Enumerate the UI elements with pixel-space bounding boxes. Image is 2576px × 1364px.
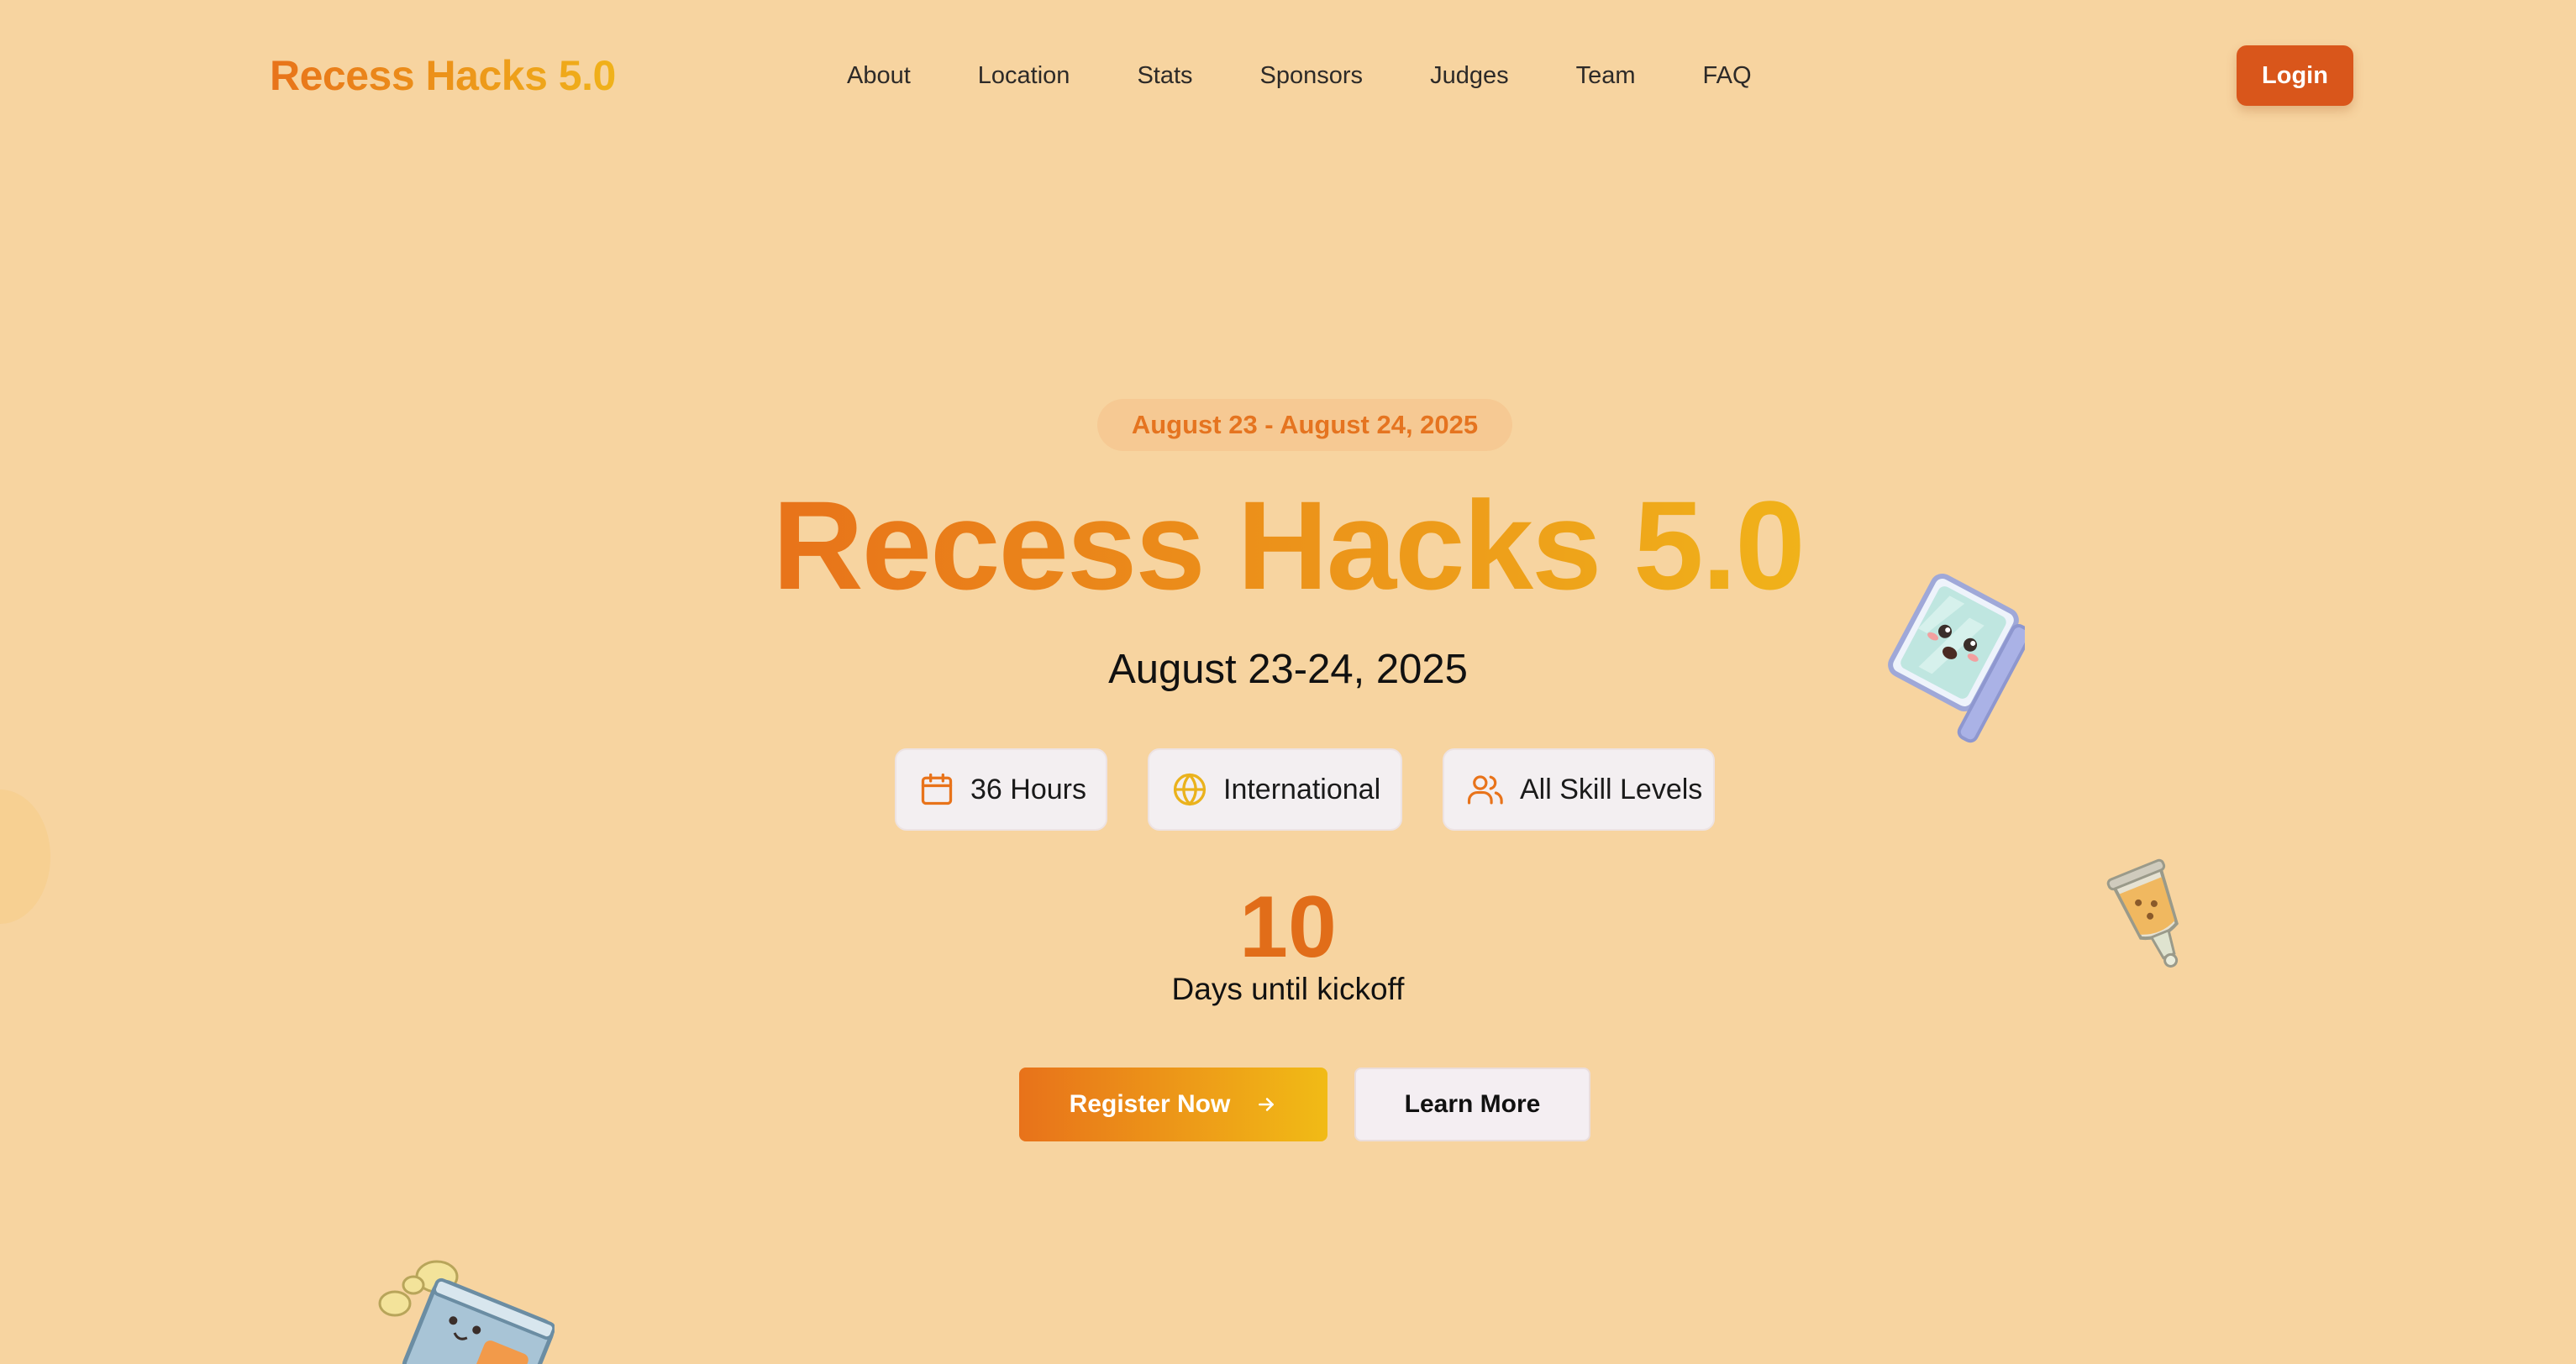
- date-badge: August 23 - August 24, 2025: [1097, 399, 1512, 451]
- register-button[interactable]: Register Now: [1019, 1068, 1327, 1141]
- nav-link-sponsors[interactable]: Sponsors: [1260, 57, 1364, 94]
- nav-link-about[interactable]: About: [847, 57, 911, 94]
- top-navigation: Recess Hacks 5.0 About Location Stats Sp…: [0, 0, 2576, 151]
- feature-hours: 36 Hours: [895, 748, 1107, 831]
- bubble-tea-sticker: [2106, 858, 2179, 968]
- globe-icon: [1173, 773, 1207, 806]
- nav-link-location[interactable]: Location: [978, 57, 1070, 94]
- register-button-label: Register Now: [1069, 1090, 1231, 1118]
- chips-sticker: [378, 1260, 555, 1364]
- feature-label: 36 Hours: [970, 773, 1086, 805]
- brand-logo[interactable]: Recess Hacks 5.0: [270, 49, 616, 102]
- feature-label: All Skill Levels: [1520, 773, 1703, 805]
- nav-link-team[interactable]: Team: [1576, 57, 1636, 94]
- nav-link-faq[interactable]: FAQ: [1703, 57, 1752, 94]
- login-button[interactable]: Login: [2237, 45, 2353, 106]
- laptop-sticker: [1888, 574, 2025, 743]
- feature-label: International: [1223, 773, 1381, 805]
- arrow-right-icon: [1255, 1094, 1277, 1115]
- hero-date: August 23-24, 2025: [1108, 647, 1468, 692]
- feature-international: International: [1148, 748, 1402, 831]
- hero-title-text: Recess Hacks 5.0: [772, 470, 1805, 620]
- nav-links: About Location Stats Sponsors Judges Tea…: [847, 57, 1752, 94]
- hero-title: Recess Hacks 5.0: [0, 470, 2576, 620]
- feature-skill-levels: All Skill Levels: [1443, 748, 1715, 831]
- nav-link-judges[interactable]: Judges: [1430, 57, 1509, 94]
- learn-more-button[interactable]: Learn More: [1354, 1068, 1590, 1141]
- calendar-icon: [921, 773, 953, 805]
- nav-link-stats[interactable]: Stats: [1137, 57, 1192, 94]
- users-icon: [1467, 775, 1503, 805]
